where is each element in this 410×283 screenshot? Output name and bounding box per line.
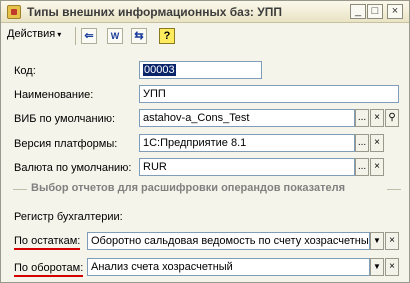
balances-field-group: Оборотно сальдовая ведомость по счету хо… [87,232,399,250]
name-field[interactable]: УПП [139,85,399,103]
name-value: УПП [143,88,166,100]
maximize-button[interactable]: □ [367,4,383,19]
toolbar-separator [75,27,76,45]
actions-label: Действия [7,28,56,40]
minimize-button[interactable]: _ [350,4,366,19]
code-field[interactable]: 00003 [139,61,262,79]
actions-menu-button[interactable]: Действия ▾ [7,28,61,44]
dropdown-arrow-icon[interactable]: ▼ [370,232,384,250]
vib-field-group: astahov-a_Cons_Test ... × ⚲ [139,109,399,127]
document-icon[interactable]: W [107,28,123,44]
name-label: Наименование: [14,89,94,101]
platform-field[interactable]: 1С:Предприятие 8.1 [139,134,355,152]
dropdown-arrow-icon[interactable]: ▼ [370,258,384,276]
turnovers-select[interactable]: Анализ счета хозрасчетный [87,258,370,276]
select-button[interactable]: ... [355,109,369,127]
clear-icon[interactable]: × [370,134,384,152]
currency-label: Валюта по умолчанию: [14,162,132,174]
help-icon[interactable]: ? [159,28,175,44]
clear-icon[interactable]: × [385,258,399,276]
register-label: Регистр бухгалтерии: [14,211,123,223]
turnovers-value: Анализ счета хозрасчетный [91,261,233,273]
title-bar[interactable]: Типы внешних информационных баз: УПП _ □… [1,1,409,23]
vib-field[interactable]: astahov-a_Cons_Test [139,109,355,127]
convert-icon[interactable]: ⇆ [131,28,147,44]
select-button[interactable]: ... [355,158,369,176]
vib-value: astahov-a_Cons_Test [143,112,250,124]
currency-value: RUR [143,161,167,173]
window-title: Типы внешних информационных баз: УПП [27,5,282,19]
section-divider [13,189,27,190]
currency-field[interactable]: RUR [139,158,355,176]
code-value: 00003 [143,64,176,76]
close-button[interactable]: × [387,4,403,19]
section-title: Выбор отчетов для расшифровки операндов … [31,182,346,194]
vib-label: ВИБ по умолчанию: [14,113,116,125]
code-label: Код: [14,65,36,77]
turnovers-field-group: Анализ счета хозрасчетный ▼ × [87,258,399,276]
dialog-window: Типы внешних информационных баз: УПП _ □… [0,0,410,283]
clear-icon[interactable]: × [370,109,384,127]
clear-icon[interactable]: × [385,232,399,250]
app-icon [7,5,21,19]
platform-field-group: 1С:Предприятие 8.1 ... × [139,134,399,152]
chevron-down-icon: ▾ [57,30,62,39]
balances-label: По остаткам: [14,235,81,250]
toolbar: Действия ▾ ⇐ W ⇆ ? [1,24,409,48]
clear-icon[interactable]: × [370,158,384,176]
turnovers-label: По оборотам: [14,262,84,277]
section-divider [387,189,401,190]
platform-value: 1С:Предприятие 8.1 [143,137,247,149]
platform-label: Версия платформы: [14,138,118,150]
back-arrow-icon[interactable]: ⇐ [81,28,97,44]
currency-field-group: RUR ... × [139,158,399,176]
search-icon[interactable]: ⚲ [385,109,399,127]
balances-value: Оборотно сальдовая ведомость по счету хо… [91,235,370,247]
balances-select[interactable]: Оборотно сальдовая ведомость по счету хо… [87,232,370,250]
select-button[interactable]: ... [355,134,369,152]
